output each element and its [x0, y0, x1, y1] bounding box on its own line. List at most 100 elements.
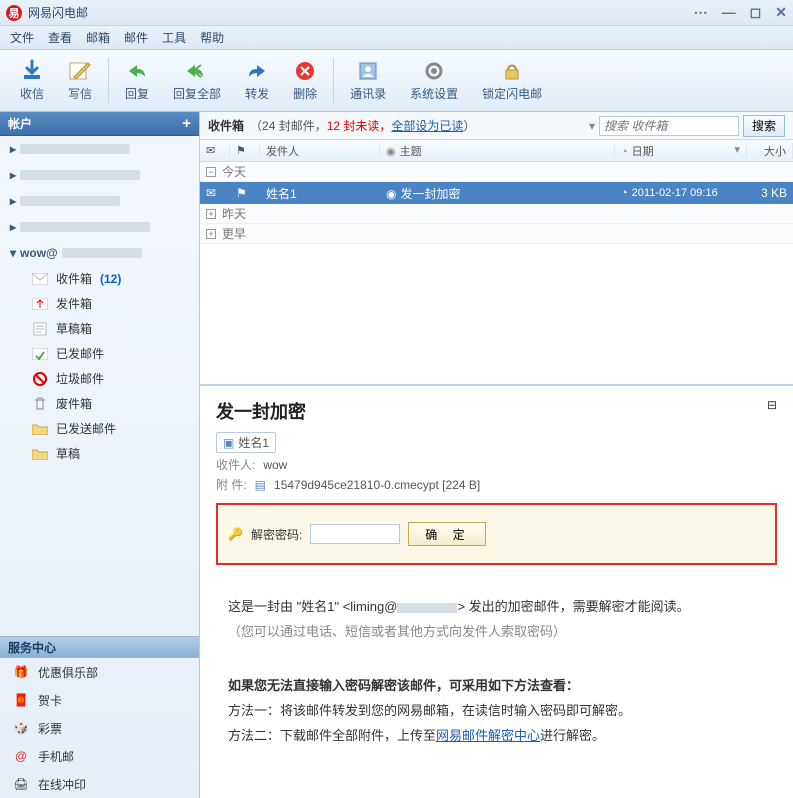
card-icon: 🧧 — [12, 691, 30, 709]
col-date[interactable]: ◔日期▾ — [615, 143, 747, 159]
delete-icon — [293, 59, 317, 83]
contacts-icon — [356, 59, 380, 83]
add-account-icon[interactable]: + — [182, 115, 191, 132]
decrypt-center-link[interactable]: 网易邮件解密中心 — [436, 728, 540, 743]
preview-pane: ⊟ 发一封加密 ▣ 姓名1 收件人:wow 附 件: ▤ 15479d945ce… — [200, 384, 793, 798]
receive-button[interactable]: 收信 — [8, 55, 56, 106]
folder-icon — [32, 422, 48, 436]
content-area: 收件箱 （24 封邮件，12 封未读，全部设为已读） ▾ 搜索 ✉ ⚑ 发件人 … — [200, 112, 793, 798]
account-panel-header: 帐户 + — [0, 112, 199, 136]
col-subject[interactable]: ◉主题 — [380, 143, 615, 159]
sidebar: 帐户 + ▸ ▸ ▸ ▸ ▾wow@ 收件箱 (12) 发件箱 — [0, 112, 200, 798]
group-yesterday[interactable]: +昨天 — [200, 204, 793, 224]
inbox-icon — [32, 272, 48, 286]
menu-mail[interactable]: 邮件 — [124, 29, 148, 46]
group-earlier[interactable]: +更早 — [200, 224, 793, 244]
dropdown-icon[interactable]: ▾ — [589, 119, 595, 133]
person-icon: ▣ — [223, 436, 234, 450]
sent-icon — [32, 347, 48, 361]
menu-view[interactable]: 查看 — [48, 29, 72, 46]
account-expanded[interactable]: ▾wow@ — [0, 240, 199, 266]
settings-button[interactable]: 系统设置 — [398, 55, 470, 106]
menu-mailbox[interactable]: 邮箱 — [86, 29, 110, 46]
expand-toggle-icon[interactable]: ⊟ — [767, 398, 777, 412]
preview-subject: 发一封加密 — [216, 398, 777, 424]
lock-icon — [500, 59, 524, 83]
preview-to: wow — [263, 458, 287, 472]
search-button[interactable]: 搜索 — [743, 115, 785, 137]
window-title: 网易闪电邮 — [28, 4, 694, 21]
folder-outbox[interactable]: 发件箱 — [32, 291, 199, 316]
outbox-icon — [32, 297, 48, 311]
folder-spam[interactable]: 垃圾邮件 — [32, 366, 199, 391]
contacts-button[interactable]: 通讯录 — [338, 55, 398, 106]
col-flag[interactable]: ⚑ — [230, 144, 260, 157]
decrypt-label: 解密密码: — [251, 526, 302, 543]
account-collapsed[interactable]: ▸ — [0, 162, 199, 188]
app-logo-icon: 易 — [6, 5, 22, 21]
decrypt-box: 🔑 解密密码: 确 定 — [216, 503, 777, 565]
lock-button[interactable]: 锁定闪电邮 — [470, 55, 554, 106]
reply-button[interactable]: 回复 — [113, 55, 161, 106]
col-size[interactable]: 大小 — [747, 143, 793, 159]
mark-all-read[interactable]: 全部设为已读 — [391, 119, 463, 133]
compose-button[interactable]: 写信 — [56, 55, 104, 106]
svc-mobile[interactable]: @手机邮 — [0, 742, 199, 770]
spam-icon — [32, 372, 48, 386]
svc-club[interactable]: 🎁优惠俱乐部 — [0, 658, 199, 686]
mail-icon: ✉ — [200, 186, 230, 200]
trash-icon — [32, 397, 48, 411]
folder-sent[interactable]: 已发邮件 — [32, 341, 199, 366]
svc-lotto[interactable]: 🎲彩票 — [0, 714, 199, 742]
folder-sent-mail[interactable]: 已发送邮件 — [32, 416, 199, 441]
folder-draft[interactable]: 草稿箱 — [32, 316, 199, 341]
sender-card[interactable]: ▣ 姓名1 — [216, 432, 276, 453]
minimize-icon[interactable]: — — [722, 4, 736, 21]
close-icon[interactable]: ✕ — [775, 4, 787, 21]
service-center-header: 服务中心 — [0, 636, 199, 658]
col-from[interactable]: 发件人 — [260, 143, 380, 159]
column-headers: ✉ ⚑ 发件人 ◉主题 ◔日期▾ 大小 — [200, 140, 793, 162]
folder-inbox[interactable]: 收件箱 (12) — [32, 266, 199, 291]
folder-drafts[interactable]: 草稿 — [32, 441, 199, 466]
title-bar: 易 网易闪电邮 ⋯ — ◻ ✕ — [0, 0, 793, 26]
forward-button[interactable]: 转发 — [233, 55, 281, 106]
group-today[interactable]: −今天 — [200, 162, 793, 182]
decrypt-input[interactable] — [310, 524, 400, 544]
mail-row[interactable]: ✉ ⚑ 姓名1 ◉发一封加密 ◔2011-02-17 09:16 3 KB — [200, 182, 793, 204]
account-collapsed[interactable]: ▸ — [0, 214, 199, 240]
account-collapsed[interactable]: ▸ — [0, 136, 199, 162]
attachment-link[interactable]: 15479d945ce21810-0.cmecypt [224 B] — [274, 478, 480, 492]
delete-button[interactable]: 删除 — [281, 55, 329, 106]
folder-icon — [32, 447, 48, 461]
reply-all-icon — [185, 59, 209, 83]
reply-all-button[interactable]: 回复全部 — [161, 55, 233, 106]
feedback-icon[interactable]: ⋯ — [694, 4, 708, 21]
forward-icon — [245, 59, 269, 83]
preview-body: 这是一封由 "姓名1" <liming@> 发出的加密邮件，需要解密才能阅读。 … — [216, 595, 777, 748]
menu-bar: 文件 查看 邮箱 邮件 工具 帮助 — [0, 26, 793, 50]
attachment-icon: ▤ — [255, 478, 266, 492]
download-icon — [20, 59, 44, 83]
svc-print[interactable]: 🖨在线冲印 — [0, 770, 199, 798]
decrypt-button[interactable]: 确 定 — [408, 522, 485, 546]
folder-trash[interactable]: 废件箱 — [32, 391, 199, 416]
lotto-icon: 🎲 — [12, 719, 30, 737]
search-input[interactable] — [599, 116, 739, 136]
maximize-icon[interactable]: ◻ — [750, 4, 762, 21]
printer-icon: 🖨 — [12, 775, 30, 793]
at-icon: @ — [12, 747, 30, 765]
draft-icon — [32, 322, 48, 336]
flag-icon: ⚑ — [230, 186, 260, 200]
gift-icon: 🎁 — [12, 663, 30, 681]
key-icon: 🔑 — [228, 527, 243, 541]
svc-card[interactable]: 🧧贺卡 — [0, 686, 199, 714]
list-header: 收件箱 （24 封邮件，12 封未读，全部设为已读） ▾ 搜索 — [200, 112, 793, 140]
account-collapsed[interactable]: ▸ — [0, 188, 199, 214]
menu-help[interactable]: 帮助 — [200, 29, 224, 46]
gear-icon — [422, 59, 446, 83]
menu-tools[interactable]: 工具 — [162, 29, 186, 46]
col-icon[interactable]: ✉ — [200, 144, 230, 157]
menu-file[interactable]: 文件 — [10, 29, 34, 46]
reply-icon — [125, 59, 149, 83]
